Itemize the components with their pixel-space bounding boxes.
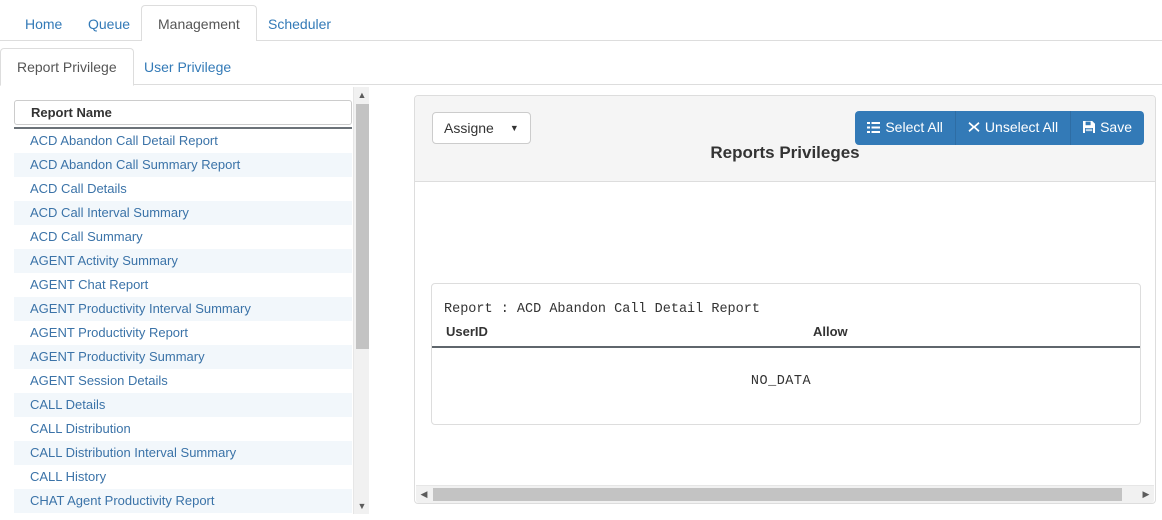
save-button[interactable]: Save — [1071, 111, 1144, 145]
tab-user-privilege[interactable]: User Privilege — [127, 48, 248, 85]
privileges-button-group: Select All Unselect All Save — [855, 111, 1144, 145]
report-privileges-table: Report : ACD Abandon Call Detail Report … — [431, 283, 1141, 425]
tab-queue[interactable]: Queue — [71, 5, 147, 42]
list-item[interactable]: CALL Distribution Interval Summary — [14, 441, 352, 465]
page-title: Reports Privileges — [710, 143, 860, 162]
chevron-down-icon: ▼ — [509, 123, 519, 133]
select-all-button[interactable]: Select All — [855, 111, 956, 145]
list-item[interactable]: AGENT Chat Report — [14, 273, 352, 297]
tab-report-privilege[interactable]: Report Privilege — [0, 48, 134, 86]
report-privileges-table-head: Report : ACD Abandon Call Detail Report … — [432, 284, 1140, 348]
panel-heading: Assigne ▼ Select All Unselect All Save R… — [415, 96, 1155, 182]
list-item[interactable]: CALL Details — [14, 393, 352, 417]
horizontal-scrollbar-thumb[interactable] — [433, 488, 1122, 501]
save-label: Save — [1100, 119, 1132, 135]
list-item[interactable]: AGENT Productivity Report — [14, 321, 352, 345]
list-item[interactable]: ACD Call Interval Summary — [14, 201, 352, 225]
scroll-right-arrow-icon[interactable]: ▶ — [1138, 486, 1154, 503]
empty-state-message: NO_DATA — [750, 374, 812, 389]
list-item[interactable]: CALL History — [14, 465, 352, 489]
list-item[interactable]: CALL Distribution — [14, 417, 352, 441]
scroll-down-arrow-icon[interactable]: ▼ — [354, 498, 370, 514]
report-name-list: Report Name ACD Abandon Call Detail Repo… — [14, 100, 352, 513]
scroll-left-arrow-icon[interactable]: ◀ — [416, 486, 432, 503]
tab-scheduler[interactable]: Scheduler — [251, 5, 348, 42]
table-header-rule — [432, 346, 1140, 348]
list-item[interactable]: AGENT Session Details — [14, 369, 352, 393]
list-item[interactable]: ACD Abandon Call Summary Report — [14, 153, 352, 177]
floppy-disk-icon — [1083, 121, 1096, 135]
reports-privileges-panel: Assigne ▼ Select All Unselect All Save R… — [414, 95, 1156, 504]
panel-body: Report : ACD Abandon Call Detail Report … — [415, 182, 1155, 504]
column-header-allow: Allow — [813, 324, 848, 339]
assigne-dropdown-label: Assigne — [444, 120, 494, 136]
list-item[interactable]: AGENT Activity Summary — [14, 249, 352, 273]
list-icon — [867, 121, 881, 135]
report-name-list-body: ACD Abandon Call Detail Report ACD Abando… — [14, 129, 352, 513]
list-item[interactable]: CHAT Agent Productivity Report — [14, 489, 352, 513]
list-item[interactable]: AGENT Productivity Interval Summary — [14, 297, 352, 321]
list-item[interactable]: AGENT Productivity Summary — [14, 345, 352, 369]
vertical-scrollbar-thumb[interactable] — [356, 104, 369, 349]
unselect-all-label: Unselect All — [984, 119, 1059, 135]
report-name-header: Report Name — [14, 100, 352, 125]
list-item[interactable]: ACD Abandon Call Detail Report — [14, 129, 352, 153]
secondary-tab-bar: Report Privilege User Privilege — [0, 41, 1162, 86]
unselect-all-button[interactable]: Unselect All — [955, 111, 1072, 145]
close-x-icon — [968, 121, 980, 135]
scroll-up-arrow-icon[interactable]: ▲ — [354, 87, 370, 103]
primary-tab-bar: Home Queue Management Scheduler — [0, 0, 1162, 42]
list-item[interactable]: ACD Call Details — [14, 177, 352, 201]
selected-report-label: Report : ACD Abandon Call Detail Report — [444, 302, 760, 317]
select-all-label: Select All — [885, 119, 943, 135]
list-item[interactable]: ACD Call Summary — [14, 225, 352, 249]
column-header-userid: UserID — [446, 324, 488, 339]
panel-horizontal-scrollbar[interactable]: ◀ ▶ — [416, 485, 1154, 503]
tab-management[interactable]: Management — [141, 5, 257, 42]
report-list-vertical-scrollbar[interactable]: ▲ ▼ — [353, 87, 369, 514]
assigne-dropdown[interactable]: Assigne ▼ — [432, 112, 531, 144]
tab-home[interactable]: Home — [8, 5, 79, 42]
